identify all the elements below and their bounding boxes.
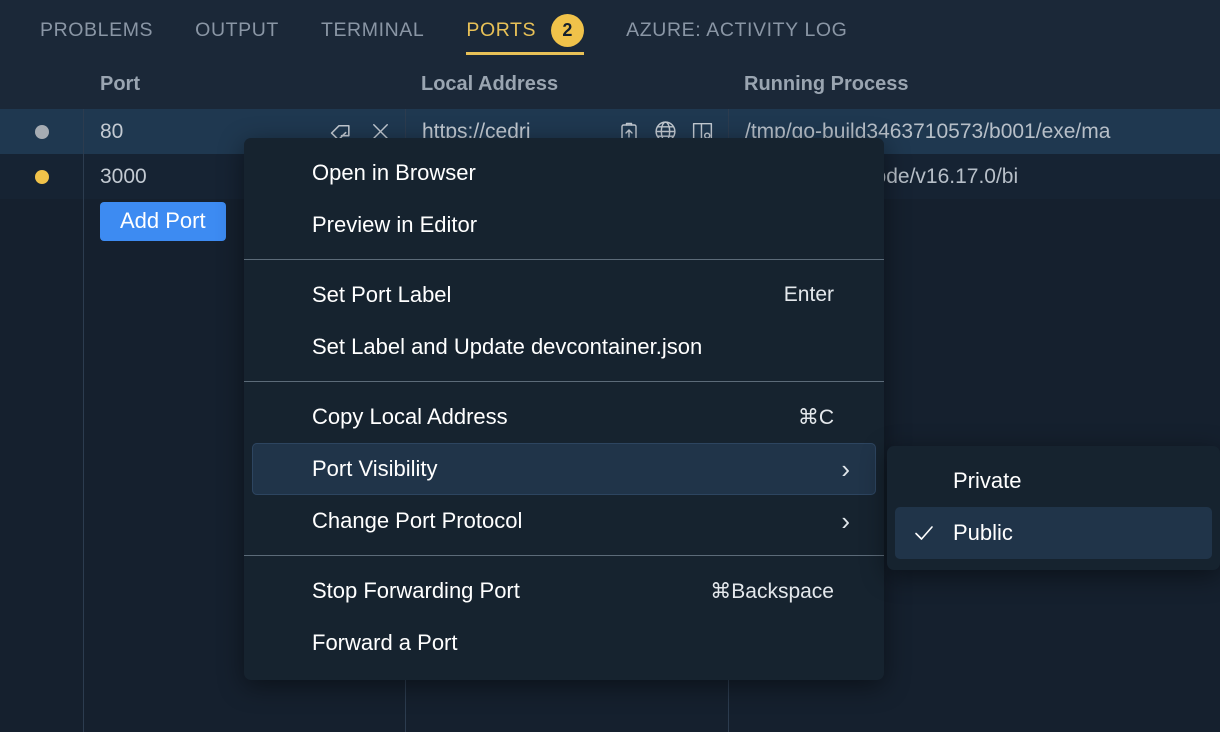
tab-label: TERMINAL: [321, 19, 424, 42]
tab-label: PROBLEMS: [40, 19, 153, 42]
status-dot-icon: [35, 125, 49, 139]
port-status-cell: [0, 109, 83, 154]
port-status-cell: [0, 154, 83, 199]
port-visibility-submenu[interactable]: Private Public: [887, 446, 1220, 570]
tab-azure-activity-log[interactable]: AZURE: ACTIVITY LOG: [626, 0, 847, 65]
tab-problems[interactable]: PROBLEMS: [40, 0, 153, 65]
menu-item-change-port-protocol[interactable]: Change Port Protocol ›: [252, 495, 876, 547]
tab-output[interactable]: OUTPUT: [195, 0, 279, 65]
menu-item-label: Set Label and Update devcontainer.json: [312, 334, 702, 360]
menu-item-set-label-and-update-devcontainer-json[interactable]: Set Label and Update devcontainer.json: [252, 321, 876, 373]
tab-label: OUTPUT: [195, 19, 279, 42]
column-header-port: Port: [100, 73, 140, 96]
column-divider: [83, 109, 84, 732]
submenu-item-public[interactable]: Public: [895, 507, 1212, 559]
menu-item-label: Preview in Editor: [312, 212, 477, 238]
port-number: 80: [100, 120, 123, 144]
tab-badge-count: 2: [551, 14, 584, 47]
menu-separator: [244, 381, 884, 382]
menu-item-open-in-browser[interactable]: Open in Browser: [252, 147, 876, 199]
menu-item-preview-in-editor[interactable]: Preview in Editor: [252, 199, 876, 251]
submenu-item-label: Private: [953, 468, 1021, 494]
menu-item-label: Stop Forwarding Port: [312, 578, 520, 604]
menu-item-forward-a-port[interactable]: Forward a Port: [252, 617, 876, 669]
active-tab-underline: [466, 52, 584, 55]
menu-item-label: Port Visibility: [312, 456, 438, 482]
menu-separator: [244, 555, 884, 556]
add-port-button[interactable]: Add Port: [100, 202, 226, 241]
panel-tab-bar: PROBLEMS OUTPUT TERMINAL PORTS 2 AZURE: ACTIV…: [0, 0, 1220, 61]
menu-item-port-visibility[interactable]: Port Visibility ›: [252, 443, 876, 495]
tab-terminal[interactable]: TERMINAL: [321, 0, 424, 65]
check-icon: [912, 521, 936, 545]
port-context-menu[interactable]: Open in Browser Preview in Editor Set Port…: [244, 138, 884, 680]
menu-item-shortcut: ⌘Backspace: [710, 579, 854, 604]
menu-item-label: Copy Local Address: [312, 404, 508, 430]
table-header-row: Port Local Address Running Process: [0, 61, 1220, 109]
chevron-right-icon: ›: [841, 456, 854, 482]
menu-item-set-port-label[interactable]: Set Port Label Enter: [252, 269, 876, 321]
submenu-item-label: Public: [953, 520, 1013, 546]
tab-label: AZURE: ACTIVITY LOG: [626, 19, 847, 42]
tab-ports[interactable]: PORTS 2: [466, 0, 584, 65]
menu-item-copy-local-address[interactable]: Copy Local Address ⌘C: [252, 391, 876, 443]
menu-item-stop-forwarding-port[interactable]: Stop Forwarding Port ⌘Backspace: [252, 565, 876, 617]
status-dot-icon: [35, 170, 49, 184]
menu-item-shortcut: Enter: [784, 283, 854, 307]
port-number: 3000: [100, 165, 147, 189]
submenu-item-private[interactable]: Private: [895, 455, 1212, 507]
ports-panel: PROBLEMS OUTPUT TERMINAL PORTS 2 AZURE: ACTIV…: [0, 0, 1220, 732]
menu-item-label: Set Port Label: [312, 282, 451, 308]
menu-item-label: Change Port Protocol: [312, 508, 522, 534]
chevron-right-icon: ›: [841, 508, 854, 534]
menu-item-label: Open in Browser: [312, 160, 476, 186]
menu-item-label: Forward a Port: [312, 630, 458, 656]
column-header-local-address: Local Address: [421, 73, 558, 96]
menu-separator: [244, 259, 884, 260]
column-header-running-process: Running Process: [744, 73, 908, 96]
tab-label: PORTS: [466, 19, 536, 42]
menu-item-shortcut: ⌘C: [798, 405, 854, 430]
